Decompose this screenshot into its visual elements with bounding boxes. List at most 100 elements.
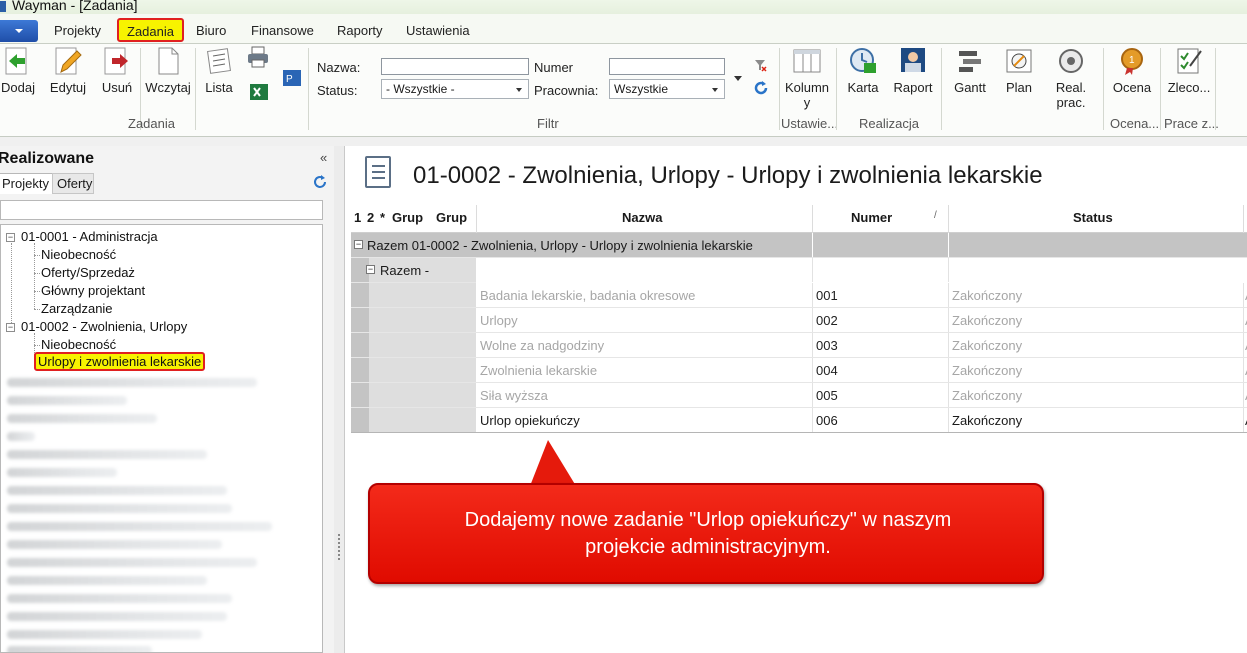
task-status-cell: Zakończony <box>952 288 1023 303</box>
column-header-2[interactable]: 2 <box>367 210 374 225</box>
task-name-cell: Urlopy <box>480 313 518 328</box>
menu-raporty[interactable]: Raporty <box>337 23 383 38</box>
blurred-tree-row <box>7 378 257 387</box>
chevron-down-icon <box>15 29 23 33</box>
task-number-cell: 005 <box>816 388 838 403</box>
add-button[interactable]: Dodaj <box>0 46 36 95</box>
blurred-tree-row <box>7 630 202 639</box>
expand-toggle-icon[interactable]: − <box>6 233 15 242</box>
column-header-group-2[interactable]: Grup <box>436 210 467 225</box>
delete-button[interactable]: Usuń <box>99 46 135 95</box>
collapse-group-icon[interactable]: − <box>354 240 363 249</box>
plan-icon <box>1004 46 1034 76</box>
expand-toggle-icon[interactable]: − <box>6 323 15 332</box>
table-row[interactable]: Wolne za nadgodziny 003 Zakończony A <box>351 333 1247 358</box>
group-label-realization: Realizacja <box>859 116 919 131</box>
excel-export-button[interactable] <box>248 82 270 106</box>
task-status-cell: Zakończony <box>952 388 1023 403</box>
tree-item-leave-sick-leave[interactable]: Urlopy i zwolnienia lekarskie <box>34 352 206 371</box>
card-button[interactable]: Karta <box>843 46 883 95</box>
task-number-cell: 001 <box>816 288 838 303</box>
orders-button[interactable]: Zleco... <box>1166 46 1212 95</box>
columns-label-1: Kolumn <box>784 80 830 95</box>
real-work-icon <box>1056 46 1086 76</box>
table-row[interactable]: Zwolnienia lekarskie 004 Zakończony A <box>351 358 1247 383</box>
number-filter-input[interactable] <box>609 58 725 75</box>
status-filter-select[interactable]: - Wszystkie - <box>381 79 529 99</box>
menu-biuro[interactable]: Biuro <box>196 23 226 38</box>
tree-item-offers-sales[interactable]: Oferty/Sprzedaż <box>41 265 135 280</box>
print-button[interactable] <box>246 46 270 72</box>
project-export-button[interactable]: P <box>281 68 303 92</box>
name-filter-input[interactable] <box>381 58 529 75</box>
list-label: Lista <box>205 80 233 95</box>
columns-button[interactable]: Kolumn y <box>782 46 832 110</box>
task-number-cell: 004 <box>816 363 838 378</box>
gantt-button[interactable]: Gantt <box>950 46 990 95</box>
blurred-tree-row <box>7 612 227 621</box>
group-label-tasks: Zadania <box>128 116 175 131</box>
tree-item-management[interactable]: Zarządzanie <box>41 301 113 316</box>
tree-item-chief-designer[interactable]: Główny projektant <box>41 283 145 298</box>
column-header-star[interactable]: * <box>380 210 385 225</box>
list-button[interactable]: Lista <box>199 46 239 95</box>
plan-button[interactable]: Plan <box>1002 46 1036 95</box>
workshop-filter-select[interactable]: Wszystkie <box>609 79 725 99</box>
menu-projekty[interactable]: Projekty <box>54 23 101 38</box>
column-header-name[interactable]: Nazwa <box>622 210 662 225</box>
rating-label: Ocena <box>1112 80 1152 95</box>
collapse-panel-button[interactable]: « <box>320 150 327 165</box>
real-work-button[interactable]: Real. prac. <box>1050 46 1092 110</box>
group-row-label: Razem - <box>380 263 430 278</box>
table-row[interactable]: Siła wyższa 005 Zakończony A <box>351 383 1247 408</box>
group-row-project[interactable]: − Razem 01-0002 - Zwolnienia, Urlopy - U… <box>351 233 1247 258</box>
column-header-number[interactable]: Numer <box>851 210 892 225</box>
application-menu-button[interactable] <box>0 20 38 42</box>
tab-projects[interactable]: Projekty <box>0 173 54 194</box>
tree-item-project-01-0002[interactable]: 01-0002 - Zwolnienia, Urlopy <box>21 319 187 334</box>
group-row-subtotal[interactable]: − Razem - <box>351 258 1247 283</box>
collapse-group-icon[interactable]: − <box>366 265 375 274</box>
title-bar: Wayman - [Zadania] <box>0 0 1247 14</box>
menu-finansowe[interactable]: Finansowe <box>251 23 314 38</box>
task-number-cell: 003 <box>816 338 838 353</box>
report-button[interactable]: Raport <box>891 46 935 95</box>
excel-icon <box>249 82 269 102</box>
blurred-tree-row <box>7 396 127 405</box>
tree-search-input[interactable] <box>0 200 323 220</box>
table-row[interactable]: Urlopy 002 Zakończony A <box>351 308 1247 333</box>
clear-filter-icon[interactable] <box>753 58 767 72</box>
refresh-icon[interactable] <box>313 175 327 193</box>
column-header-1[interactable]: 1 <box>354 210 361 225</box>
task-name-cell: Badania lekarskie, badania okresowe <box>480 288 696 303</box>
column-header-status[interactable]: Status <box>1073 210 1113 225</box>
status-filter-value: - Wszystkie - <box>386 82 455 96</box>
menu-ustawienia[interactable]: Ustawienia <box>406 23 470 38</box>
callout-line-2: projekcie administracyjnym. <box>585 536 831 558</box>
rating-button[interactable]: 1 Ocena <box>1109 46 1155 95</box>
annotation-callout: Dodajemy nowe zadanie "Urlop opiekuńczy"… <box>368 483 1044 584</box>
panel-splitter[interactable] <box>334 146 344 653</box>
sort-indicator-icon: / <box>934 210 937 221</box>
table-row[interactable]: Urlop opiekuńczy 006 Zakończony A <box>351 408 1247 433</box>
table-row[interactable]: Badania lekarskie, badania okresowe 001 … <box>351 283 1247 308</box>
edit-button[interactable]: Edytuj <box>47 46 89 95</box>
task-name-cell: Urlop opiekuńczy <box>480 413 580 428</box>
task-status-cell: Zakończony <box>952 413 1023 428</box>
blurred-tree-row <box>7 504 232 513</box>
group-label-work: Prace z... <box>1164 116 1219 131</box>
filter-more-icon[interactable] <box>734 76 742 81</box>
gantt-icon <box>955 46 985 76</box>
task-status-cell: Zakończony <box>952 338 1023 353</box>
callout-text: Dodajemy nowe zadanie "Urlop opiekuńczy"… <box>370 507 1046 561</box>
menu-zadania[interactable]: Zadania <box>117 18 184 42</box>
load-button[interactable]: Wczytaj <box>143 46 193 95</box>
column-header-group-1[interactable]: Grup <box>392 210 423 225</box>
page-title: 01-0002 - Zwolnienia, Urlopy - Urlopy i … <box>413 162 1043 189</box>
tab-offers[interactable]: Oferty <box>52 173 94 194</box>
list-icon <box>204 46 234 76</box>
tree-item-absence-1[interactable]: Nieobecność <box>41 247 116 262</box>
tree-item-absence-2[interactable]: Nieobecność <box>41 337 116 352</box>
tree-item-project-01-0001[interactable]: 01-0001 - Administracja <box>21 229 158 244</box>
refresh-icon[interactable] <box>753 80 769 96</box>
